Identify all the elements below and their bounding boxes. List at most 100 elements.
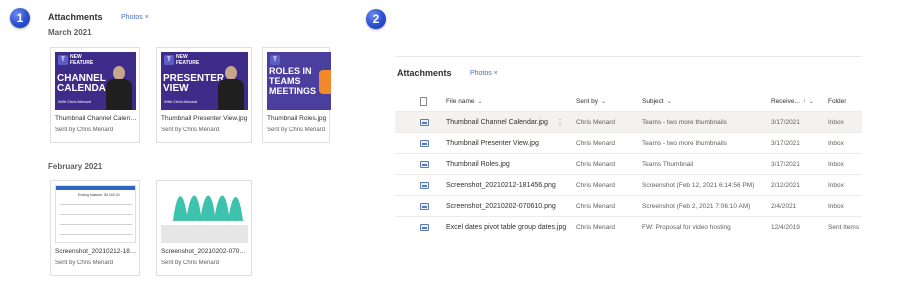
row-folder: Sent Items xyxy=(828,223,860,231)
attachment-card[interactable]: T ROLES IN TEAMS MEETINGS Thumbnail Role… xyxy=(262,47,331,143)
card-sent-by: Sent by Chris Menard xyxy=(161,260,220,266)
promo-top-text: NEW FEATURE xyxy=(70,54,94,66)
sort-down-arrow-icon: ↓ xyxy=(802,98,806,104)
document-icon xyxy=(420,96,427,106)
card-filename: Screenshot_20210212-181456.png xyxy=(55,248,137,255)
row-file-name: Thumbnail Channel Calendar.jpg xyxy=(446,118,548,126)
photos-filter-chip[interactable]: Photos × xyxy=(470,70,498,77)
row-received: 3/17/2021 xyxy=(771,160,800,168)
promo-top-text: NEW FEATURE xyxy=(176,54,200,66)
attachment-card[interactable]: T NEW FEATURE PRESENTER VIEW With Chris … xyxy=(156,47,252,143)
more-options-icon[interactable]: ⋮ xyxy=(556,112,564,132)
chevron-down-icon: ⌄ xyxy=(808,98,814,105)
card-sent-by: Sent by Chris Menard xyxy=(161,127,220,133)
chevron-down-icon: ⌄ xyxy=(666,98,672,105)
column-header-subject[interactable]: Subject ⌄ xyxy=(642,91,672,111)
row-sent-by: Chris Menard xyxy=(576,202,616,210)
row-file-name: Excel dates pivot table group dates.jpg xyxy=(446,223,567,231)
row-received: 3/17/2021 xyxy=(771,139,800,147)
row-file-name: Screenshot_20210212-181456.png xyxy=(446,181,556,189)
attachments-list-panel: Attachments Photos × File name ⌄ Sent by ⌄… xyxy=(395,56,862,237)
table-row[interactable]: Thumbnail Channel Calendar.jpg ⋮ Chris M… xyxy=(395,111,862,132)
row-file-name: Thumbnail Roles.jpg xyxy=(446,160,510,168)
orange-shape xyxy=(319,70,331,94)
table-row[interactable]: Screenshot_20210212-181456.png Chris Men… xyxy=(395,174,862,195)
row-folder: Inbox xyxy=(828,118,844,126)
chevron-down-icon: ⌄ xyxy=(477,98,483,105)
image-file-icon xyxy=(420,139,429,147)
row-received: 2/12/2021 xyxy=(771,181,800,189)
step-badge-2: 2 xyxy=(366,9,386,29)
row-subject: Teams Thumbnail xyxy=(642,160,694,168)
column-header-file-name[interactable]: File name ⌄ xyxy=(446,91,483,111)
thumbnail-caption: Ending balance: $3,000.00 xyxy=(78,193,120,197)
promo-big-text: PRESENTER VIEW xyxy=(163,73,225,94)
promo-big-text: CHANNEL CALENDAR xyxy=(57,73,114,94)
row-subject: Screenshot (Feb 12, 2021 6:14:56 PM) xyxy=(642,181,755,189)
promo-small-text: With Chris Menard xyxy=(164,99,198,104)
thumbnail-image xyxy=(161,185,248,243)
teams-logo-icon: T xyxy=(58,55,68,65)
card-sent-by: Sent by Chris Menard xyxy=(267,127,326,133)
row-subject: FW: Proposal for video hosting xyxy=(642,223,731,231)
card-filename: Thumbnail Presenter View.jpg xyxy=(161,115,248,122)
row-folder: Inbox xyxy=(828,160,844,168)
section-header-february: February 2021 xyxy=(48,162,103,171)
column-header-received[interactable]: Receive... ↓ ⌄ xyxy=(771,91,814,111)
chevron-down-icon: ⌄ xyxy=(601,98,607,105)
card-sent-by: Sent by Chris Menard xyxy=(55,260,114,266)
image-file-icon xyxy=(420,223,429,231)
teams-logo-icon: T xyxy=(164,55,174,65)
row-folder: Inbox xyxy=(828,139,844,147)
table-row[interactable]: Excel dates pivot table group dates.jpg … xyxy=(395,216,862,237)
column-header-folder[interactable]: Folder xyxy=(828,91,846,111)
card-filename: Thumbnail Channel Calendar.jpg xyxy=(55,115,137,122)
thumbnail-image: T ROLES IN TEAMS MEETINGS xyxy=(267,52,331,110)
row-sent-by: Chris Menard xyxy=(576,160,616,168)
table-row[interactable]: Thumbnail Presenter View.jpg Chris Menar… xyxy=(395,132,862,153)
thumbnail-image: T NEW FEATURE PRESENTER VIEW With Chris … xyxy=(161,52,248,110)
presenter-photo xyxy=(216,66,246,110)
row-file-name: Screenshot_20210202-070610.png xyxy=(446,202,556,210)
card-filename: Thumbnail Roles.jpg xyxy=(267,115,327,122)
row-received: 2/4/2021 xyxy=(771,202,797,210)
column-header-sent-by[interactable]: Sent by ⌄ xyxy=(576,91,606,111)
teams-logo-icon: T xyxy=(270,55,280,65)
presenter-photo xyxy=(104,66,134,110)
photos-filter-chip[interactable]: Photos × xyxy=(121,14,149,21)
row-sent-by: Chris Menard xyxy=(576,223,616,231)
row-file-name: Thumbnail Presenter View.jpg xyxy=(446,139,539,147)
card-filename: Screenshot_20210202-070610.png xyxy=(161,248,249,255)
step-badge-1: 1 xyxy=(10,8,30,28)
card-sent-by: Sent by Chris Menard xyxy=(55,127,114,133)
table-row[interactable]: Thumbnail Roles.jpg Chris Menard Teams T… xyxy=(395,153,862,174)
attachments-title: Attachments xyxy=(48,12,103,22)
image-file-icon xyxy=(420,160,429,168)
row-subject: Teams - two more thumbnails xyxy=(642,139,727,147)
row-received: 12/4/2019 xyxy=(771,223,800,231)
row-sent-by: Chris Menard xyxy=(576,181,616,189)
row-sent-by: Chris Menard xyxy=(576,139,616,147)
table-header: File name ⌄ Sent by ⌄ Subject ⌄ Receive... ↓… xyxy=(395,91,862,111)
row-sent-by: Chris Menard xyxy=(576,118,616,126)
image-file-icon xyxy=(420,118,429,126)
row-folder: Inbox xyxy=(828,202,844,210)
thumbnail-image: T NEW FEATURE CHANNEL CALENDAR With Chri… xyxy=(55,52,136,110)
image-file-icon xyxy=(420,181,429,189)
image-file-icon xyxy=(420,202,429,210)
promo-big-text: ROLES IN TEAMS MEETINGS xyxy=(269,66,317,96)
row-received: 3/17/2021 xyxy=(771,118,800,126)
row-subject: Teams - two more thumbnails xyxy=(642,118,727,126)
attachment-card[interactable]: Screenshot_20210202-070610.png Sent by C… xyxy=(156,180,252,276)
table-row[interactable]: Screenshot_20210202-070610.png Chris Men… xyxy=(395,195,862,216)
attachment-card[interactable]: T NEW FEATURE CHANNEL CALENDAR With Chri… xyxy=(50,47,140,143)
area-chart-thumbnail xyxy=(161,185,248,225)
thumbnail-image: Ending balance: $3,000.00 xyxy=(55,185,136,243)
attachment-card[interactable]: Ending balance: $3,000.00 Screenshot_202… xyxy=(50,180,140,276)
promo-small-text: With Chris Menard xyxy=(58,99,92,104)
screenshot-header-bar xyxy=(56,186,135,190)
row-folder: Inbox xyxy=(828,181,844,189)
row-subject: Screenshot (Feb 2, 2021 7:06:10 AM) xyxy=(642,202,751,210)
section-header-march: March 2021 xyxy=(48,28,92,37)
file-type-column-header[interactable] xyxy=(420,91,427,111)
